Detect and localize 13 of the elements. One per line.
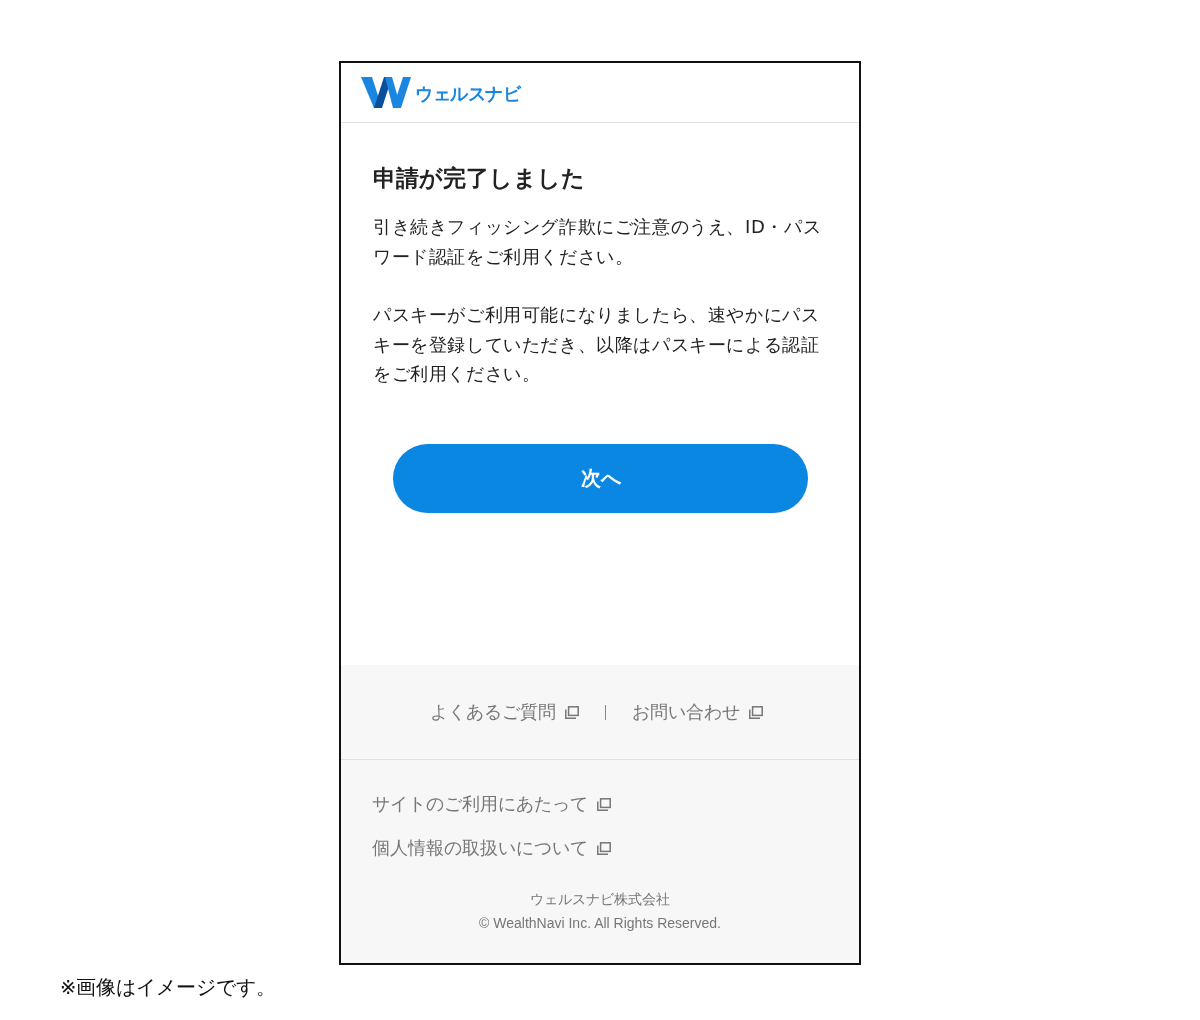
footer-link[interactable]: よくあるご質問: [429, 700, 579, 724]
page-title: 申請が完了しました: [373, 164, 586, 193]
footer-link[interactable]: お問い合わせ: [631, 700, 763, 724]
message-paragraph: パスキーがご利用可能になりましたら、速やかにパスキーを登録していただき、以降はパスキーによる認証をご利用ください。: [373, 303, 821, 386]
image-note: ※画像はイメージです。: [60, 975, 277, 1001]
company-name: ウェルスナビ株式会社: [529, 890, 671, 909]
logo-text: ウェルスナビ: [415, 82, 520, 106]
footer-link[interactable]: 個人情報の取扱いについて: [372, 836, 611, 860]
copyright-text: © WealthNavi Inc. All Rights Reserved.: [478, 914, 722, 933]
logo-mark-icon: [361, 77, 411, 108]
message-paragraph: 引き続きフィッシング詐欺にご注意のうえ、ID・パスワード認証をご利用ください。: [373, 215, 823, 269]
footer-link[interactable]: サイトのご利用にあたって: [372, 792, 611, 816]
next-button[interactable]: 次へ: [393, 443, 808, 513]
